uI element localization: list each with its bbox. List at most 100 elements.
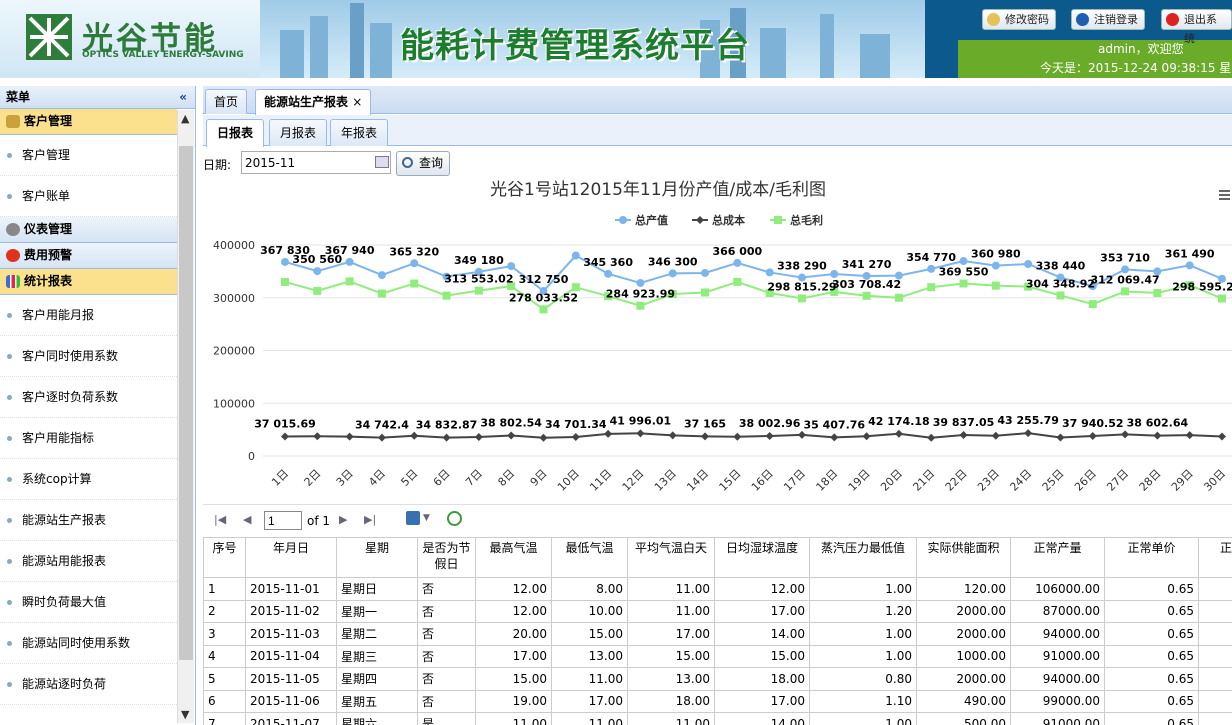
sidebar-item-peak-load[interactable]: 瞬时负荷最大值 — [0, 582, 177, 623]
data-point[interactable] — [668, 431, 677, 440]
data-point[interactable] — [894, 293, 903, 302]
data-point[interactable] — [442, 291, 451, 300]
data-point[interactable] — [1153, 431, 1162, 440]
column-header[interactable]: 最高气温 — [475, 537, 552, 578]
exit-button[interactable]: 退出系统 — [1161, 9, 1232, 45]
data-point[interactable] — [281, 257, 289, 266]
page-number-input[interactable] — [264, 511, 302, 530]
column-header[interactable]: 蒸汽压力最低值 — [809, 537, 917, 578]
data-point[interactable] — [281, 277, 289, 286]
table-row[interactable]: 1 2015-11-01 星期日否 12.00 8.00 11.00 12.00 1.00 12… — [203, 577, 1232, 601]
data-point[interactable] — [377, 289, 386, 298]
data-point[interactable] — [1185, 261, 1194, 270]
data-point[interactable] — [604, 269, 613, 278]
column-header[interactable]: 最低气温 — [551, 537, 628, 578]
data-point[interactable] — [1121, 430, 1130, 439]
sidebar-item-station-simultaneity[interactable]: 能源站同时使用系数 — [0, 623, 177, 664]
close-icon[interactable]: × — [352, 95, 362, 109]
data-point[interactable] — [830, 433, 839, 442]
data-point[interactable] — [410, 279, 419, 288]
column-header[interactable]: 平均气温白天 — [627, 537, 715, 578]
data-point[interactable] — [1218, 432, 1226, 441]
table-row[interactable]: 2 2015-11-02 星期一否 12.00 10.00 11.00 17.00 1.20 2… — [203, 599, 1232, 623]
data-point[interactable] — [345, 432, 354, 441]
data-point[interactable] — [991, 261, 1000, 270]
sidebar-item-station-hourly-load[interactable]: 能源站逐时负荷 — [0, 664, 177, 705]
export-dropdown-icon[interactable]: ▼ — [423, 513, 430, 523]
data-point[interactable] — [345, 257, 354, 266]
table-row[interactable]: 6 2015-11-06 星期五否 19.00 17.00 18.00 17.00 1.10 4… — [203, 689, 1232, 713]
data-point[interactable] — [377, 433, 386, 442]
data-point[interactable] — [1024, 429, 1033, 438]
column-header[interactable]: 星期 — [336, 537, 418, 578]
column-header[interactable]: 正 — [1198, 537, 1232, 578]
data-point[interactable] — [765, 431, 774, 440]
data-point[interactable] — [927, 433, 936, 442]
data-point[interactable] — [313, 432, 322, 441]
data-point[interactable] — [862, 432, 871, 441]
data-point[interactable] — [636, 429, 645, 438]
data-point[interactable] — [1121, 287, 1130, 296]
data-point[interactable] — [668, 269, 677, 278]
table-row[interactable]: 5 2015-11-05 星期四否 15.00 11.00 13.00 18.00 0.80 2… — [203, 667, 1232, 691]
data-point[interactable] — [539, 305, 548, 314]
table-row[interactable]: 3 2015-11-03 星期二否 20.00 15.00 17.00 14.00 1.00 2… — [203, 622, 1232, 646]
data-point[interactable] — [507, 262, 516, 271]
scroll-up-icon[interactable]: ▲ — [181, 112, 189, 125]
data-point[interactable] — [797, 294, 806, 303]
query-button[interactable]: 查询 — [396, 151, 451, 176]
sidebar-item-customer-bill[interactable]: 客户账单 — [0, 176, 177, 217]
data-point[interactable] — [1056, 291, 1065, 300]
data-point[interactable] — [733, 432, 742, 441]
column-header[interactable]: 是否为节假日 — [417, 537, 476, 578]
data-point[interactable] — [927, 283, 936, 292]
export-icon[interactable] — [406, 511, 420, 525]
data-point[interactable] — [701, 432, 710, 441]
data-point[interactable] — [959, 257, 968, 266]
tab-monthly-report[interactable]: 月报表 — [269, 119, 328, 146]
last-page-icon[interactable]: ▶| — [364, 513, 376, 526]
data-point[interactable] — [410, 431, 419, 440]
sidebar-group-fee-alert[interactable]: 费用预警 — [0, 243, 177, 269]
data-point[interactable] — [894, 429, 903, 438]
legend-label[interactable]: 总毛利 — [790, 213, 823, 227]
table-row[interactable]: 4 2015-11-04 星期三否 17.00 13.00 15.00 15.00 1.00 1… — [203, 644, 1232, 668]
scroll-down-icon[interactable]: ▼ — [181, 708, 189, 721]
data-point[interactable] — [991, 431, 1000, 440]
data-point[interactable] — [1056, 433, 1065, 442]
date-input[interactable] — [241, 151, 391, 174]
data-point[interactable] — [1088, 300, 1097, 309]
data-point[interactable] — [571, 433, 580, 442]
data-point[interactable] — [701, 268, 710, 277]
data-point[interactable] — [507, 431, 516, 440]
data-point[interactable] — [765, 268, 774, 277]
data-point[interactable] — [1024, 259, 1033, 268]
data-point[interactable] — [733, 277, 742, 286]
sidebar-item-customer-management[interactable]: 客户管理 — [0, 135, 177, 176]
data-point[interactable] — [377, 271, 386, 280]
data-point[interactable] — [1185, 431, 1194, 440]
data-point[interactable] — [927, 264, 936, 273]
collapse-icon[interactable]: « — [179, 86, 187, 109]
data-point[interactable] — [636, 278, 645, 287]
data-point[interactable] — [991, 281, 1000, 290]
legend-label[interactable]: 总产值 — [635, 213, 668, 227]
sidebar-group-reports[interactable]: 统计报表 — [0, 269, 177, 295]
sidebar-scrollbar[interactable]: ▲ ▼ — [177, 110, 194, 723]
data-point[interactable] — [733, 258, 742, 267]
column-header[interactable]: 日均湿球温度 — [714, 537, 810, 578]
logout-button[interactable]: 注销登录 — [1071, 9, 1145, 30]
sidebar-item-customer-hourly-load[interactable]: 客户逐时负荷系数 — [0, 377, 177, 418]
data-point[interactable] — [701, 288, 710, 297]
calendar-icon[interactable] — [375, 156, 389, 168]
data-point[interactable] — [1218, 294, 1226, 303]
column-header[interactable]: 实际供能面积 — [916, 537, 1011, 578]
tab-home[interactable]: 首页 — [205, 89, 248, 114]
tab-daily-report[interactable]: 日报表 — [206, 119, 265, 147]
sidebar-group-customer[interactable]: 客户管理 — [0, 109, 177, 135]
legend-label[interactable]: 总成本 — [712, 213, 745, 227]
data-point[interactable] — [862, 291, 871, 300]
data-point[interactable] — [1153, 289, 1162, 298]
data-point[interactable] — [281, 432, 289, 441]
sidebar-item-customer-monthly[interactable]: 客户用能月报 — [0, 295, 177, 336]
